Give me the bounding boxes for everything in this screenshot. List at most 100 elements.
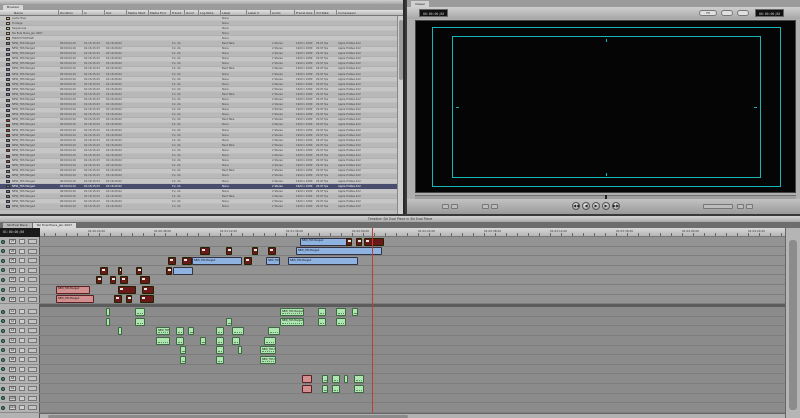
- mark-in-button[interactable]: [442, 204, 449, 209]
- timecode-duration[interactable]: 00:00:00;00: [419, 9, 449, 17]
- track-label[interactable]: V5: [9, 258, 16, 264]
- track-label[interactable]: A5: [9, 347, 16, 353]
- track-label[interactable]: V6: [9, 248, 16, 254]
- audio-lane[interactable]: [40, 384, 785, 394]
- audio-clip[interactable]: [156, 336, 170, 345]
- track-visibility-icon[interactable]: [1, 258, 5, 263]
- audio-clip[interactable]: [106, 317, 110, 326]
- video-clip[interactable]: [96, 276, 102, 285]
- track-header-a4[interactable]: A4: [0, 336, 40, 346]
- track-header-a6[interactable]: A6: [0, 355, 40, 365]
- video-clip[interactable]: [114, 295, 122, 304]
- track-header-v1[interactable]: V1: [0, 295, 40, 305]
- lock-icon[interactable]: [19, 309, 25, 315]
- audio-clip[interactable]: [268, 327, 280, 336]
- audio-clip[interactable]: [188, 327, 194, 336]
- track-label[interactable]: A4: [9, 338, 16, 343]
- auto-select-icon[interactable]: [28, 258, 37, 264]
- auto-select-icon[interactable]: [28, 405, 37, 411]
- column-header-2[interactable]: In: [84, 11, 87, 15]
- column-header-3[interactable]: Out: [106, 11, 111, 15]
- audio-clip[interactable]: [232, 327, 244, 336]
- video-clip[interactable]: NEW_TRS Merged: [266, 257, 280, 265]
- mark-out-button[interactable]: [451, 204, 458, 209]
- auto-select-icon[interactable]: [28, 328, 37, 334]
- video-lane[interactable]: [40, 275, 785, 285]
- audio-clip[interactable]: [200, 336, 206, 345]
- video-clip[interactable]: [140, 276, 150, 285]
- video-clip[interactable]: [166, 266, 172, 275]
- video-lane[interactable]: [40, 265, 785, 276]
- video-lane[interactable]: [40, 237, 785, 247]
- audio-clip[interactable]: [180, 346, 186, 355]
- track-visibility-icon[interactable]: [1, 249, 5, 254]
- video-clip[interactable]: NEW_TRS Merged: [296, 247, 382, 256]
- audio-clip[interactable]: NEW_TRS Merged: [260, 356, 276, 364]
- column-header-0[interactable]: Name: [14, 11, 23, 15]
- lock-icon[interactable]: [19, 347, 25, 353]
- audio-lane[interactable]: [40, 345, 785, 356]
- column-header-14[interactable]: Compressor: [338, 11, 356, 15]
- audio-lane[interactable]: [40, 364, 785, 375]
- auto-select-icon[interactable]: [28, 338, 37, 343]
- lock-icon[interactable]: [19, 296, 25, 302]
- track-audible-icon[interactable]: [1, 405, 5, 410]
- video-clip[interactable]: NEW_TRS Merged: [56, 295, 94, 304]
- video-clip[interactable]: [268, 247, 276, 256]
- track-label[interactable]: A3: [9, 328, 16, 334]
- audio-clip[interactable]: [118, 327, 122, 336]
- column-header-10[interactable]: Label 2: [248, 11, 259, 15]
- video-lane[interactable]: [40, 246, 785, 257]
- track-label[interactable]: A8: [9, 376, 16, 382]
- zoom-popup[interactable]: Fit: [699, 10, 717, 16]
- audio-clip[interactable]: [322, 375, 328, 384]
- track-visibility-icon[interactable]: [1, 268, 5, 273]
- audio-lane[interactable]: [40, 336, 785, 346]
- lock-icon[interactable]: [19, 405, 25, 411]
- auto-select-icon[interactable]: [28, 347, 37, 353]
- auto-select-icon[interactable]: [28, 296, 37, 302]
- audio-clip[interactable]: [318, 308, 326, 316]
- audio-clip[interactable]: [332, 384, 340, 393]
- timeline-current-timecode[interactable]: 01:00:00;00: [0, 228, 40, 237]
- track-audible-icon[interactable]: [1, 376, 5, 381]
- auto-select-icon[interactable]: [28, 287, 37, 292]
- column-header-6[interactable]: Tracks: [172, 11, 181, 15]
- view-popup[interactable]: [721, 10, 733, 16]
- track-header-a10[interactable]: A10: [0, 394, 40, 404]
- lock-icon[interactable]: [19, 357, 25, 363]
- audio-clip[interactable]: [176, 336, 184, 345]
- audio-clip[interactable]: [135, 317, 145, 326]
- audio-clip[interactable]: [264, 336, 276, 345]
- lock-icon[interactable]: [19, 239, 25, 244]
- timeline-playhead[interactable]: [372, 228, 373, 418]
- track-audible-icon[interactable]: [1, 348, 5, 353]
- add-marker-button[interactable]: [482, 204, 489, 209]
- column-header-11[interactable]: Audio: [272, 11, 281, 15]
- column-header-4[interactable]: Media Start: [128, 11, 145, 15]
- track-header-v6[interactable]: V6: [0, 247, 40, 257]
- track-header-a11[interactable]: A11: [0, 403, 40, 413]
- auto-select-icon[interactable]: [28, 386, 37, 391]
- auto-select-icon[interactable]: [28, 239, 37, 244]
- video-display[interactable]: [415, 20, 796, 193]
- track-audible-icon[interactable]: [1, 338, 5, 343]
- auto-select-icon[interactable]: [28, 376, 37, 382]
- track-visibility-icon[interactable]: [1, 239, 5, 244]
- video-clip[interactable]: [182, 257, 192, 265]
- audio-lane[interactable]: [40, 326, 785, 336]
- track-header-v3[interactable]: V3: [0, 275, 40, 285]
- audio-clip[interactable]: [336, 308, 346, 316]
- track-visibility-icon[interactable]: [1, 297, 5, 302]
- track-header-a9[interactable]: A9: [0, 384, 40, 394]
- track-label[interactable]: V2: [9, 287, 16, 292]
- video-clip[interactable]: [126, 295, 132, 304]
- video-clip[interactable]: [142, 285, 154, 294]
- lock-icon[interactable]: [19, 277, 25, 283]
- timeline-vertical-scrollbar[interactable]: [785, 228, 800, 418]
- track-audible-icon[interactable]: [1, 386, 5, 391]
- audio-clip[interactable]: [135, 308, 145, 316]
- lock-icon[interactable]: [19, 248, 25, 254]
- audio-clip[interactable]: [322, 384, 328, 393]
- audio-clip[interactable]: [216, 336, 224, 345]
